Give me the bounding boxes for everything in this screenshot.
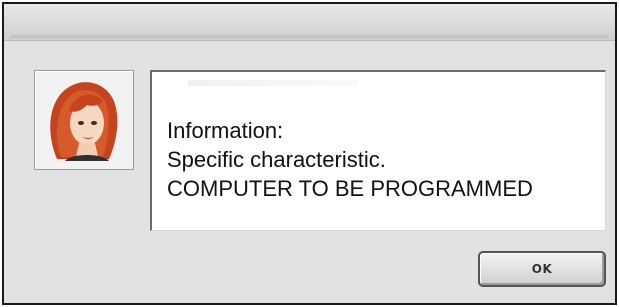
- ok-button[interactable]: OK: [478, 251, 606, 287]
- message-line: COMPUTER TO BE PROGRAMMED: [167, 176, 533, 201]
- title-bar[interactable]: [4, 4, 615, 41]
- title-bar-shade: [10, 34, 609, 38]
- message-line: Information:: [167, 118, 284, 143]
- message-header-fade: [188, 80, 358, 86]
- avatar: [34, 70, 134, 170]
- message-text: Information: Specific characteristic. CO…: [167, 116, 597, 203]
- message-line: Specific characteristic.: [167, 147, 386, 172]
- ok-button-label: OK: [531, 262, 553, 276]
- woman-portrait-icon: [50, 82, 118, 161]
- dialog-window: Information: Specific characteristic. CO…: [2, 2, 617, 305]
- message-panel: Information: Specific characteristic. CO…: [150, 70, 606, 231]
